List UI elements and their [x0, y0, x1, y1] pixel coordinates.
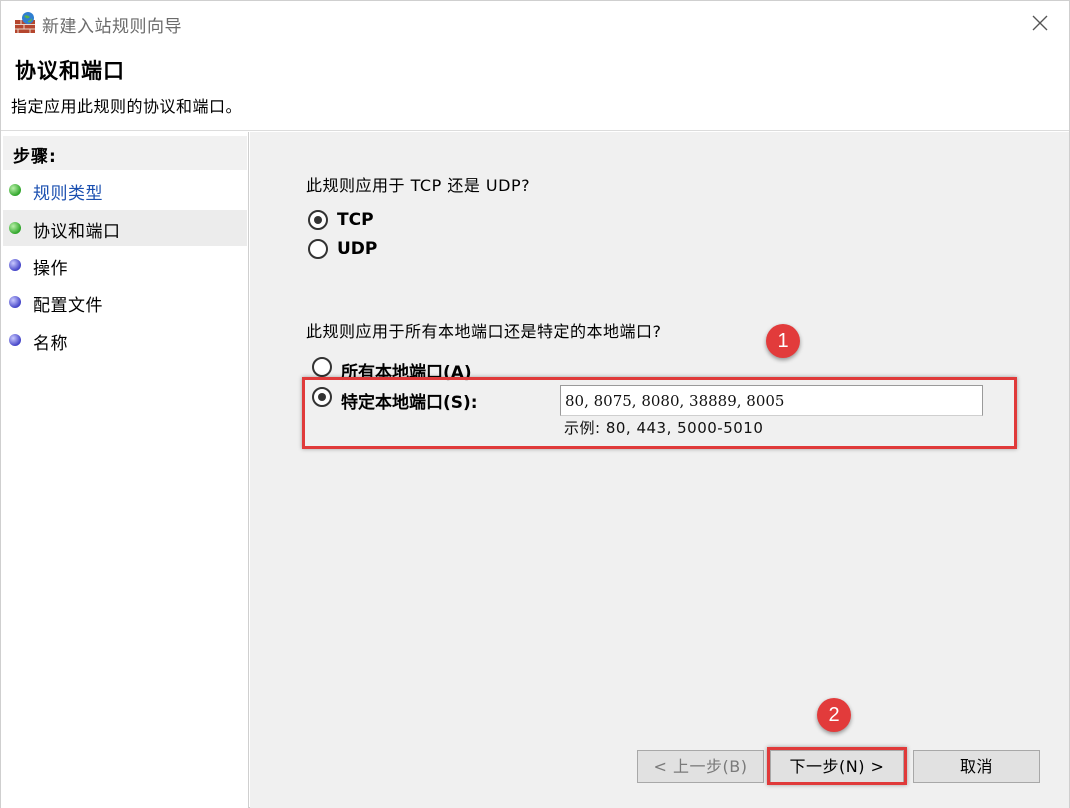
- wizard-window: 新建入站规则向导 协议和端口 指定应用此规则的协议和端口。 步骤: 规则类型 协…: [0, 0, 1070, 808]
- step-label: 协议和端口: [33, 222, 121, 242]
- main-pane: 此规则应用于 TCP 还是 UDP? TCP UDP 此规则应用于所有本地端口还…: [250, 132, 1069, 808]
- udp-radio[interactable]: [308, 239, 328, 259]
- steps-pane: 步骤: 规则类型 协议和端口 操作 配置文件 名称: [1, 132, 249, 808]
- step-done-icon: [9, 184, 21, 196]
- step-pending-icon: [9, 296, 21, 308]
- page-subtitle: 指定应用此规则的协议和端口。: [11, 97, 243, 116]
- cancel-button[interactable]: 取消: [913, 750, 1040, 783]
- tcp-label[interactable]: TCP: [337, 210, 374, 230]
- back-button[interactable]: < 上一步(B): [637, 750, 764, 783]
- title-bar: 新建入站规则向导: [1, 1, 1069, 45]
- step-action: 操作: [3, 247, 247, 283]
- annotation-marker-2: 2: [817, 698, 851, 732]
- step-pending-icon: [9, 334, 21, 346]
- firewall-icon: [13, 11, 37, 35]
- step-profile: 配置文件: [3, 284, 247, 320]
- window-title: 新建入站规则向导: [42, 17, 182, 37]
- step-label[interactable]: 规则类型: [33, 184, 103, 204]
- all-ports-radio[interactable]: [312, 357, 332, 377]
- step-label: 操作: [33, 259, 68, 279]
- close-icon[interactable]: [1025, 9, 1055, 37]
- tcp-radio[interactable]: [308, 210, 328, 230]
- step-protocol-ports: 协议和端口: [3, 210, 247, 246]
- annotation-marker-1: 1: [766, 324, 800, 358]
- page-header: 协议和端口 指定应用此规则的协议和端口。: [1, 45, 1069, 131]
- step-name: 名称: [3, 322, 247, 358]
- annotation-highlight-ports: [302, 377, 1017, 449]
- ports-question: 此规则应用于所有本地端口还是特定的本地端口?: [306, 322, 662, 341]
- step-label: 配置文件: [33, 296, 103, 316]
- step-pending-icon: [9, 259, 21, 271]
- udp-label[interactable]: UDP: [337, 239, 377, 259]
- step-current-icon: [9, 222, 21, 234]
- annotation-highlight-next: [767, 747, 907, 785]
- step-label: 名称: [33, 334, 68, 354]
- page-title: 协议和端口: [15, 59, 125, 83]
- protocol-question: 此规则应用于 TCP 还是 UDP?: [306, 176, 531, 195]
- step-rule-type[interactable]: 规则类型: [3, 172, 247, 208]
- steps-title: 步骤:: [3, 136, 247, 170]
